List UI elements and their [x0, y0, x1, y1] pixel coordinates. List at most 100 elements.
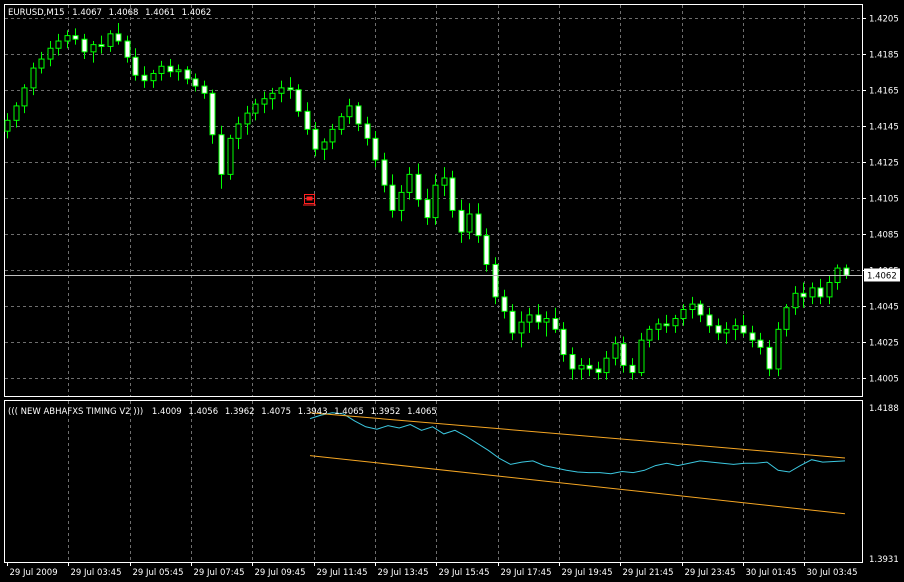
- price-tick-label: 1.4105: [869, 195, 899, 205]
- time-tick-label[interactable]: 29 Jul 13:45: [378, 568, 429, 578]
- time-tick-label[interactable]: 29 Jul 19:45: [562, 568, 613, 578]
- bull-candle: [244, 112, 251, 125]
- bear-candle: [552, 318, 559, 330]
- bear-candle: [757, 339, 764, 348]
- bear-candle: [620, 343, 627, 366]
- bull-candle: [672, 318, 679, 327]
- alert-marker-icon[interactable]: [303, 194, 316, 206]
- bull-candle: [321, 141, 328, 150]
- bull-candle: [278, 87, 285, 94]
- bear-candle: [817, 287, 824, 298]
- bull-candle: [783, 307, 790, 330]
- time-tick-label[interactable]: 30 Jul 01:45: [746, 568, 797, 578]
- bull-candle: [158, 65, 165, 74]
- price-tick-label: 1.4005: [869, 375, 899, 385]
- price-tick-label: 1.4165: [869, 87, 899, 97]
- time-tick-label[interactable]: 29 Jul 09:45: [255, 568, 306, 578]
- bull-candle: [406, 173, 413, 193]
- indicator-value-3: 1.3962: [225, 407, 255, 417]
- time-tick-label[interactable]: 30 Jul 03:45: [807, 568, 858, 578]
- bear-candle: [586, 364, 593, 370]
- price-tick-label: 1.4185: [869, 51, 899, 61]
- bull-candle: [227, 137, 234, 175]
- bull-candle: [578, 364, 585, 370]
- bear-candle: [218, 134, 225, 175]
- bear-candle: [201, 85, 208, 94]
- bear-candle: [389, 184, 396, 211]
- bull-candle: [30, 67, 37, 89]
- bear-candle: [364, 123, 371, 139]
- time-tick-label[interactable]: 29 Jul 2009: [10, 568, 58, 578]
- indicator-value-7: 1.3952: [371, 407, 401, 417]
- time-tick-label[interactable]: 29 Jul 03:45: [71, 568, 122, 578]
- candle-series: [4, 23, 862, 380]
- time-tick-label[interactable]: 29 Jul 07:45: [194, 568, 245, 578]
- bear-candle: [372, 137, 379, 161]
- bear-candle: [697, 303, 704, 316]
- bear-candle: [475, 213, 482, 237]
- bear-candle: [766, 346, 773, 370]
- time-tick-label[interactable]: 29 Jul 11:45: [317, 568, 368, 578]
- time-axis[interactable]: 29 Jul 2009 29 Jul 03:45 29 Jul 05:45 29 Ju…: [7, 562, 858, 578]
- chart-grid: [5, 5, 862, 562]
- bull-candle: [792, 292, 799, 309]
- low-value: 1.4061: [145, 8, 175, 18]
- bull-candle: [518, 321, 525, 334]
- bull-candle: [826, 281, 833, 298]
- channel-lower-line: [309, 455, 846, 515]
- bull-candle: [107, 33, 114, 47]
- indicator-value-2: 1.4056: [188, 407, 218, 417]
- time-tick-label[interactable]: 29 Jul 05:45: [133, 568, 184, 578]
- bear-candle: [501, 296, 508, 312]
- indicator-scale-label: 1.3931: [869, 555, 899, 565]
- bull-candle: [638, 339, 645, 374]
- bull-candle: [775, 328, 782, 370]
- indicator-value-4: 1.4075: [261, 407, 291, 417]
- bear-candle: [569, 354, 576, 370]
- trading-chart[interactable]: 1.4205 1.4185 1.4165 1.4145 1.4125 1.4105 1.40…: [0, 0, 904, 582]
- time-tick-label[interactable]: 29 Jul 23:45: [685, 568, 736, 578]
- bull-candle: [612, 343, 619, 359]
- bear-candle: [72, 35, 79, 40]
- bull-candle: [346, 105, 353, 118]
- bear-candle: [509, 310, 516, 334]
- indicator-header: ((( NEW ABHAFXS TIMING V2 ))) 1.4009 1.4…: [8, 407, 437, 417]
- time-tick-label[interactable]: 29 Jul 21:45: [623, 568, 674, 578]
- bear-candle: [740, 325, 747, 334]
- bear-candle: [629, 364, 636, 374]
- indicator-axis: 1.4188 1.3931: [869, 404, 899, 565]
- bull-candle: [150, 72, 157, 82]
- bull-candle: [441, 177, 448, 186]
- bear-candle: [287, 87, 294, 91]
- bear-candle: [312, 128, 319, 150]
- bear-candle: [843, 267, 850, 276]
- bull-candle: [269, 92, 276, 100]
- bull-candle: [261, 98, 268, 105]
- price-tick-label: 1.4085: [869, 231, 899, 241]
- time-tick-label[interactable]: 29 Jul 15:45: [439, 568, 490, 578]
- time-tick-label[interactable]: 29 Jul 17:45: [501, 568, 552, 578]
- bear-candle: [535, 314, 542, 323]
- price-tick-label: 1.4045: [869, 303, 899, 313]
- bull-candle: [543, 318, 550, 323]
- bull-candle: [235, 123, 242, 139]
- bear-candle: [98, 44, 105, 47]
- bear-candle: [483, 235, 490, 265]
- bear-candle: [167, 65, 174, 73]
- indicator-value-8: 1.4065: [407, 407, 437, 417]
- bull-candle: [38, 58, 45, 69]
- indicator-value-5: 1.3943: [298, 407, 328, 417]
- main-header: EURUSD,M15 1.4067 1.4068 1.4061 1.4062: [8, 8, 211, 18]
- bull-candle: [603, 357, 610, 374]
- bull-candle: [13, 105, 20, 121]
- bear-candle: [595, 368, 602, 374]
- bear-candle: [663, 323, 670, 327]
- symbol-label: EURUSD,M15: [8, 8, 65, 18]
- bull-candle: [338, 116, 345, 130]
- bear-candle: [295, 89, 302, 112]
- bull-candle: [809, 287, 816, 298]
- bear-candle: [381, 159, 388, 186]
- bear-candle: [355, 105, 362, 125]
- bear-candle: [141, 74, 148, 82]
- bear-candle: [560, 328, 567, 356]
